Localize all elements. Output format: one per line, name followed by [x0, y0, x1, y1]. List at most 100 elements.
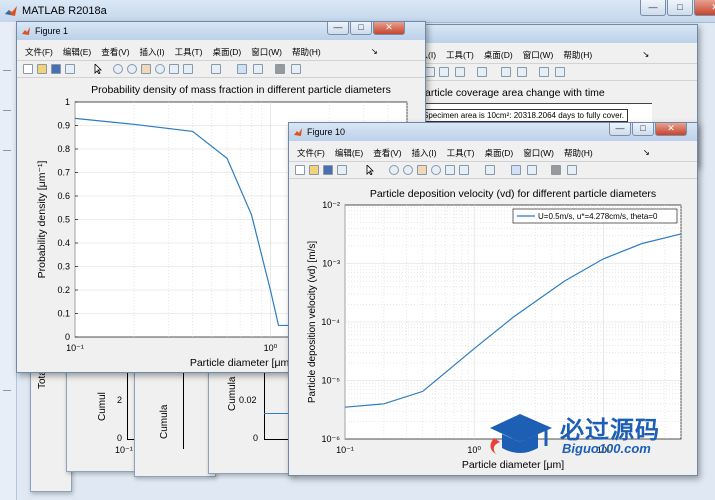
y-tick-label: 0.6 [57, 191, 70, 201]
rotate-icon[interactable] [431, 165, 441, 175]
menu-view[interactable]: 查看(V) [373, 147, 401, 159]
pan-icon[interactable] [141, 64, 151, 74]
link-icon[interactable] [211, 64, 221, 74]
pan-icon[interactable] [417, 165, 427, 175]
legend-icon[interactable] [253, 64, 263, 74]
menu-help[interactable]: 帮助(H) [292, 46, 321, 58]
background-ylabel: Cumul [97, 392, 108, 421]
side-ticks [3, 70, 11, 470]
minimize-button[interactable]: — [640, 0, 666, 16]
colorbar-icon[interactable] [511, 165, 521, 175]
brush-icon[interactable] [183, 64, 193, 74]
open-file-icon[interactable] [37, 64, 47, 74]
pointer-icon[interactable] [365, 164, 375, 176]
colorbar-icon[interactable] [501, 67, 511, 77]
hide-tools-icon[interactable] [551, 165, 561, 175]
data-cursor-icon[interactable] [445, 165, 455, 175]
watermark-url: Biguo100.com [562, 441, 651, 456]
pointer-icon[interactable] [93, 63, 103, 75]
zoom-in-icon[interactable] [389, 165, 399, 175]
figure-icon [294, 128, 302, 136]
close-button[interactable]: ✕ [694, 0, 715, 16]
data-cursor-icon[interactable] [169, 64, 179, 74]
figure-close-button[interactable]: ✕ [373, 22, 405, 35]
menu-view[interactable]: 查看(V) [101, 46, 129, 58]
background-tick: 0 [117, 433, 123, 443]
app-title: MATLAB R2018a [22, 5, 107, 17]
figure-maximize-button[interactable]: □ [350, 22, 372, 35]
y-tick-label: 0.2 [57, 285, 70, 295]
hide-tools-icon[interactable] [539, 67, 549, 77]
menu-help[interactable]: 帮助(H) [564, 147, 593, 159]
y-axis-label: Probability density [μm⁻¹] [36, 161, 48, 279]
data-cursor-icon[interactable] [455, 67, 465, 77]
print-icon[interactable] [337, 165, 347, 175]
figure-menu-bar: 文件(F) 编辑(E) 查看(V) 插入(I) 工具(T) 桌面(D) 窗口(W… [17, 44, 425, 59]
background-tick: 10⁻¹ [115, 445, 133, 455]
graduation-cap-logo-icon [490, 414, 552, 454]
menu-tools[interactable]: 工具(T) [175, 46, 203, 58]
y-tick-label: 1 [65, 97, 70, 107]
menu-insert[interactable]: 插入(I) [140, 46, 165, 58]
maximize-button[interactable]: □ [667, 0, 693, 16]
figure-maximize-button[interactable]: □ [632, 123, 654, 136]
menu-window[interactable]: 窗口(W) [251, 46, 282, 58]
menu-help[interactable]: 帮助(H) [563, 49, 592, 61]
figure-minimize-button[interactable]: — [609, 123, 631, 136]
menu-insert[interactable]: 插入(I) [412, 147, 437, 159]
zoom-in-icon[interactable] [113, 64, 123, 74]
link-icon[interactable] [485, 165, 495, 175]
hide-tools-icon[interactable] [275, 64, 285, 74]
menu-tools[interactable]: 工具(T) [447, 147, 475, 159]
menu-tools[interactable]: 工具(T) [446, 49, 474, 61]
x-axis-label: Particle diameter [μm] [462, 459, 564, 471]
menu-edit[interactable]: 编辑(E) [63, 46, 91, 58]
menu-desktop[interactable]: 桌面(D) [484, 49, 513, 61]
menu-dock-arrow[interactable]: ↘ [643, 147, 650, 158]
menu-file[interactable]: 文件(F) [297, 147, 325, 159]
y-tick-label: 10⁻³ [322, 259, 340, 269]
background-figure-4[interactable]: Cumula 0.02 0 [208, 360, 296, 474]
new-figure-icon[interactable] [295, 165, 305, 175]
legend-icon[interactable] [517, 67, 527, 77]
legend-icon[interactable] [527, 165, 537, 175]
new-figure-icon[interactable] [23, 64, 33, 74]
menu-edit[interactable]: 编辑(E) [335, 147, 363, 159]
open-file-icon[interactable] [309, 165, 319, 175]
rotate-icon[interactable] [155, 64, 165, 74]
background-tick: 2 [117, 395, 123, 405]
figure-window-controls: — □ ✕ [609, 123, 687, 136]
y-axis-label: Particle deposition velocity (vd) [m/s] [307, 241, 318, 404]
brush-icon[interactable] [459, 165, 469, 175]
y-tick-label: 0.5 [57, 215, 70, 225]
x-tick-label: 10⁰ [467, 445, 481, 455]
menu-desktop[interactable]: 桌面(D) [212, 46, 241, 58]
zoom-out-icon[interactable] [127, 64, 137, 74]
menu-dock-arrow[interactable]: ↘ [371, 46, 378, 57]
figure-title: Figure 1 [35, 26, 69, 36]
show-tools-icon[interactable] [291, 64, 301, 74]
background-figure-3[interactable]: Cumula [134, 360, 216, 477]
menu-dock-arrow[interactable]: ↘ [642, 49, 649, 60]
menu-window[interactable]: 窗口(W) [523, 49, 554, 61]
figure-title-bar [411, 25, 697, 43]
zoom-out-icon[interactable] [403, 165, 413, 175]
y-tick-label: 0.9 [57, 121, 70, 131]
figure-minimize-button[interactable]: — [327, 22, 349, 35]
menu-window[interactable]: 窗口(W) [523, 147, 554, 159]
figure-close-button[interactable]: ✕ [655, 123, 687, 136]
show-tools-icon[interactable] [555, 67, 565, 77]
link-icon[interactable] [477, 67, 487, 77]
print-icon[interactable] [65, 64, 75, 74]
menu-file[interactable]: 文件(F) [25, 46, 53, 58]
zoom-icon[interactable] [425, 67, 435, 77]
figure-window-controls: — □ ✕ [327, 22, 405, 35]
menu-desktop[interactable]: 桌面(D) [484, 147, 513, 159]
colorbar-icon[interactable] [237, 64, 247, 74]
figure-menu-bar: 插入(I) 工具(T) 桌面(D) 窗口(W) 帮助(H) ↘ [411, 47, 697, 62]
save-icon[interactable] [51, 64, 61, 74]
y-tick-label: 0 [65, 332, 70, 342]
brush-icon[interactable] [439, 67, 449, 77]
save-icon[interactable] [323, 165, 333, 175]
show-tools-icon[interactable] [567, 165, 577, 175]
